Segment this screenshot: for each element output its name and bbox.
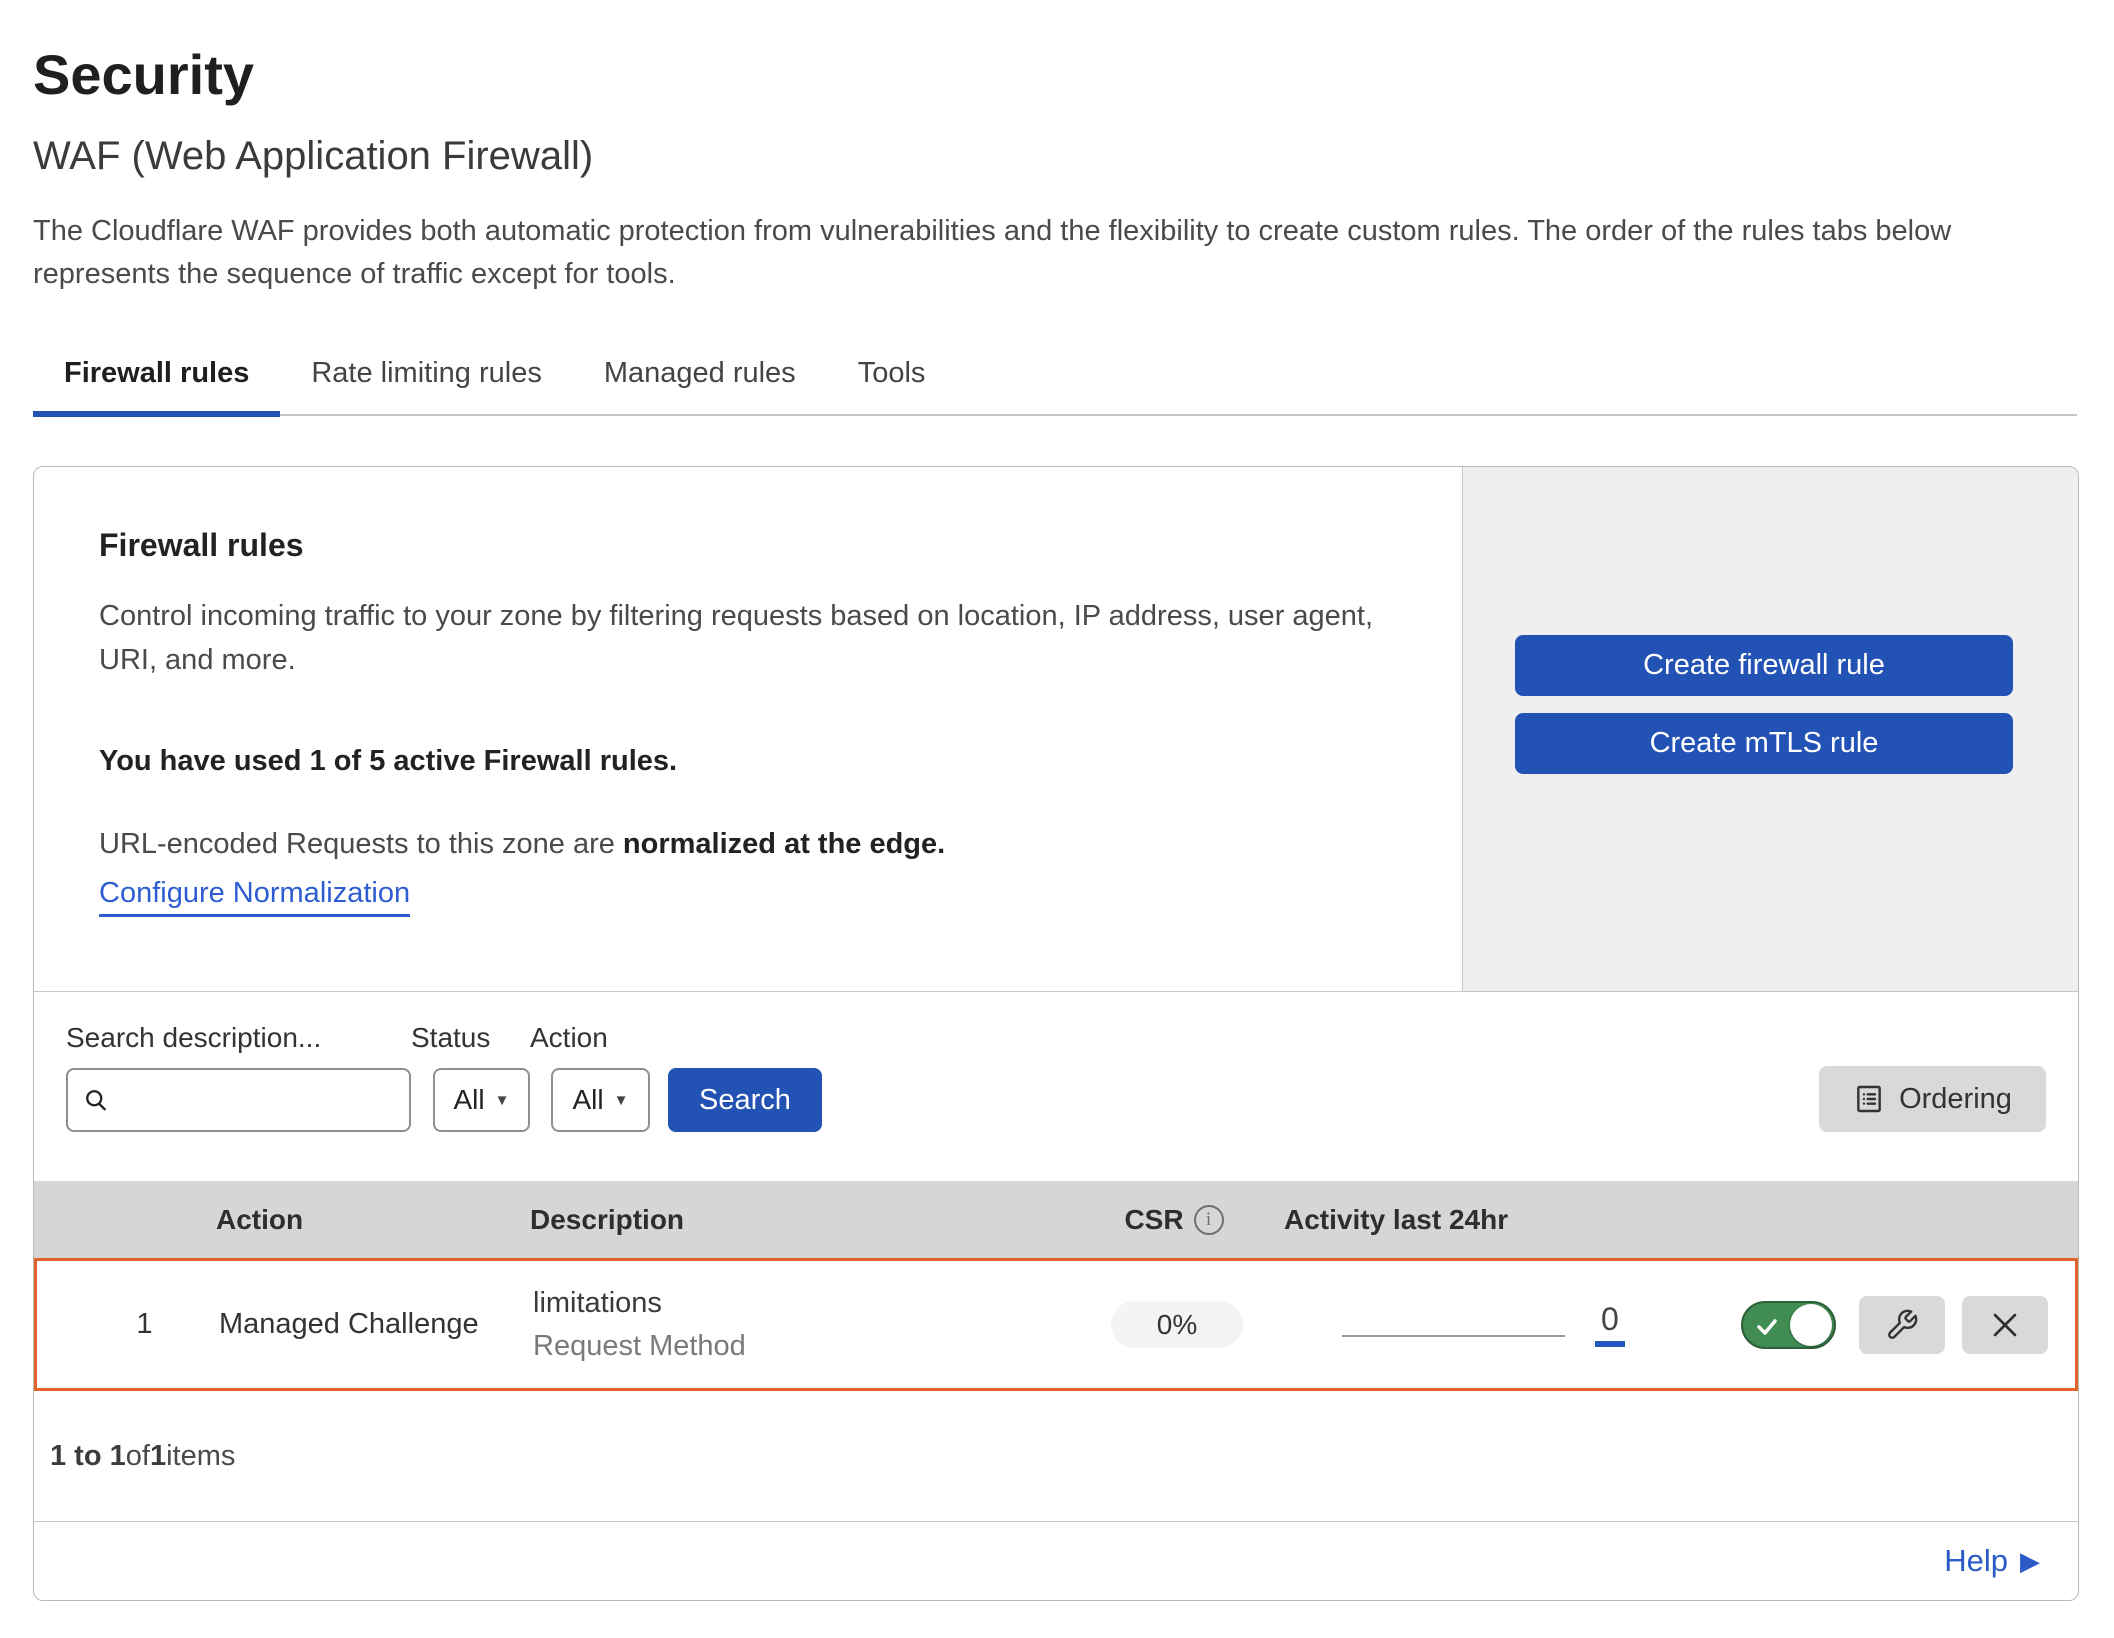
ordering-button-label: Ordering <box>1899 1083 2012 1116</box>
card-description: Control incoming traffic to your zone by… <box>99 594 1399 682</box>
search-box[interactable] <box>66 1068 411 1132</box>
help-link-label: Help <box>1944 1543 2008 1579</box>
toggle-knob <box>1790 1304 1832 1346</box>
csr-badge: 0% <box>1111 1301 1243 1348</box>
rule-description[interactable]: limitations <box>533 1287 1067 1320</box>
search-icon <box>82 1086 110 1114</box>
wrench-icon <box>1885 1308 1919 1342</box>
rules-tab-bar: Firewall rules Rate limiting rules Manag… <box>33 337 2077 416</box>
chevron-down-icon: ▼ <box>495 1092 510 1109</box>
page-description: The Cloudflare WAF provides both automat… <box>33 210 2077 296</box>
ordering-button[interactable]: Ordering <box>1819 1066 2046 1132</box>
page-header: Security WAF (Web Application Firewall) … <box>0 0 2114 295</box>
card-top-section: Firewall rules Control incoming traffic … <box>34 467 2078 991</box>
tab-tools[interactable]: Tools <box>827 337 957 414</box>
configure-normalization-link[interactable]: Configure Normalization <box>99 877 410 917</box>
table-row: 1 Managed Challenge limitations Request … <box>34 1258 2078 1391</box>
column-header-action: Action <box>204 1204 524 1236</box>
column-header-csr: CSR i <box>1064 1204 1284 1236</box>
rule-match-field: Request Method <box>533 1330 1067 1363</box>
help-link[interactable]: Help ▶ <box>1944 1543 2040 1579</box>
rule-description-cell: limitations Request Method <box>527 1287 1067 1363</box>
create-firewall-rule-button[interactable]: Create firewall rule <box>1515 635 2013 696</box>
pagination-range: 1 to 1 <box>50 1440 126 1473</box>
rule-priority: 1 <box>37 1308 207 1341</box>
action-filter-group: Action All ▼ <box>530 1022 650 1132</box>
pagination-total: 1 <box>150 1440 166 1473</box>
page-title: Security <box>33 44 2077 106</box>
search-description-group: Search description... <box>66 1022 411 1132</box>
create-mtls-rule-button[interactable]: Create mTLS rule <box>1515 713 2013 774</box>
table-header: Action Description CSR i Activity last 2… <box>34 1181 2078 1258</box>
card-info-panel: Firewall rules Control incoming traffic … <box>34 467 1462 991</box>
status-select-value: All <box>454 1084 485 1116</box>
security-waf-page: Security WAF (Web Application Firewall) … <box>0 0 2114 1638</box>
action-select[interactable]: All ▼ <box>551 1068 650 1132</box>
pagination-of: of <box>126 1440 150 1473</box>
close-icon <box>1988 1308 2022 1342</box>
rule-activity-cell: 0 <box>1287 1303 1687 1347</box>
column-header-description: Description <box>524 1204 1064 1236</box>
status-filter-group: Status All ▼ <box>411 1022 530 1132</box>
chevron-down-icon: ▼ <box>614 1092 629 1109</box>
arrow-right-icon: ▶ <box>2020 1548 2040 1574</box>
search-button[interactable]: Search <box>668 1068 822 1132</box>
check-icon <box>1755 1315 1779 1339</box>
delete-rule-button[interactable] <box>1962 1296 2048 1354</box>
activity-sparkline <box>1342 1335 1565 1337</box>
tab-managed-rules[interactable]: Managed rules <box>573 337 827 414</box>
search-description-label: Search description... <box>66 1022 411 1054</box>
info-icon[interactable]: i <box>1194 1205 1224 1235</box>
card-actions-panel: Create firewall rule Create mTLS rule <box>1462 467 2078 991</box>
page-subtitle: WAF (Web Application Firewall) <box>33 132 2077 180</box>
normalization-text: URL-encoded Requests to this zone are no… <box>99 828 1422 861</box>
rule-controls-cell <box>1687 1296 2075 1354</box>
column-header-activity: Activity last 24hr <box>1284 1204 1684 1236</box>
edit-rule-button[interactable] <box>1859 1296 1945 1354</box>
filter-section: Search description... Status All ▼ <box>34 991 2078 1181</box>
activity-count-link[interactable]: 0 <box>1595 1303 1625 1347</box>
normalization-text-bold: normalized at the edge. <box>623 828 945 860</box>
pagination-items: items <box>166 1440 235 1473</box>
tab-firewall-rules[interactable]: Firewall rules <box>33 337 280 414</box>
normalization-text-regular: URL-encoded Requests to this zone are <box>99 828 623 860</box>
rules-usage-text: You have used 1 of 5 active Firewall rul… <box>99 745 1422 778</box>
ordered-list-icon <box>1853 1083 1885 1115</box>
status-label: Status <box>411 1022 530 1054</box>
csr-header-label: CSR <box>1124 1204 1183 1236</box>
card-heading: Firewall rules <box>99 527 1422 564</box>
rule-csr-cell: 0% <box>1067 1301 1287 1348</box>
rule-action: Managed Challenge <box>207 1308 527 1341</box>
action-select-value: All <box>573 1084 604 1116</box>
status-select[interactable]: All ▼ <box>433 1068 530 1132</box>
pagination-summary: 1 to 1 of 1 items <box>34 1391 2078 1521</box>
help-row: Help ▶ <box>34 1521 2078 1600</box>
search-input[interactable] <box>122 1084 395 1116</box>
filter-row: Search description... Status All ▼ <box>66 1022 2046 1132</box>
firewall-rules-card: Firewall rules Control incoming traffic … <box>33 466 2079 1601</box>
action-label: Action <box>530 1022 650 1054</box>
tab-rate-limiting-rules[interactable]: Rate limiting rules <box>280 337 572 414</box>
rule-enabled-toggle[interactable] <box>1741 1301 1836 1349</box>
